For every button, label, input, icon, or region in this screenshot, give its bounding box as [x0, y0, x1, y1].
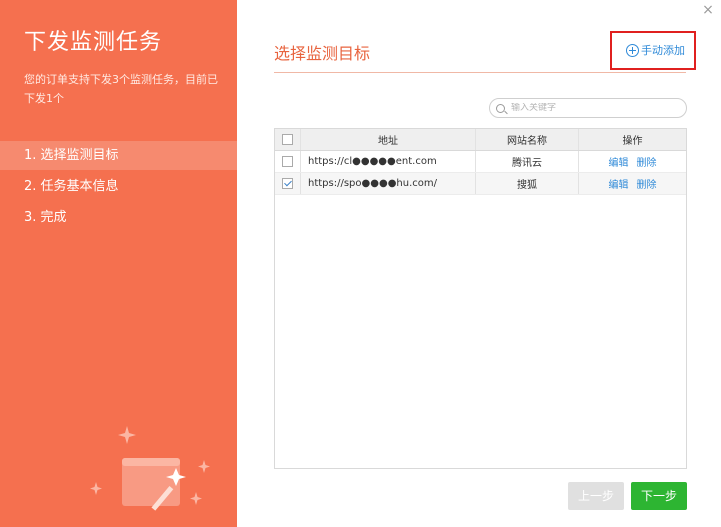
search-input[interactable]	[511, 103, 671, 113]
row-address: https://cl●●●●●ent.com	[301, 151, 476, 172]
sidebar-description: 您的订单支持下发3个监测任务，目前已下发1个	[24, 73, 218, 105]
search-box	[489, 98, 687, 118]
row-address: https://spo●●●●hu.com/	[301, 173, 476, 194]
title-divider	[274, 72, 686, 73]
next-step-button[interactable]: 下一步	[631, 482, 687, 510]
select-all-checkbox[interactable]	[282, 134, 293, 145]
header-address: 地址	[301, 129, 476, 150]
close-icon[interactable]: ×	[701, 3, 715, 17]
step-finish: 3. 完成	[24, 210, 67, 225]
step-select-target: 1. 选择监测目标	[0, 141, 237, 170]
row-site-name: 腾讯云	[476, 151, 579, 172]
sidebar: 下发监测任务 您的订单支持下发3个监测任务，目前已下发1个 1. 选择监测目标 …	[0, 0, 237, 527]
prev-step-button[interactable]: 上一步	[568, 482, 624, 510]
row-checkbox[interactable]	[282, 178, 293, 189]
delete-link[interactable]: 删除	[637, 154, 657, 169]
manual-add-button[interactable]: 手动添加	[626, 42, 685, 58]
step-list: 1. 选择监测目标 2. 任务基本信息 3. 完成	[0, 141, 237, 234]
header-actions: 操作	[622, 136, 643, 147]
step-basic-info: 2. 任务基本信息	[24, 179, 119, 194]
header-site-name: 网站名称	[476, 129, 579, 150]
edit-link[interactable]: 编辑	[609, 154, 629, 169]
delete-link[interactable]: 删除	[637, 176, 657, 191]
edit-link[interactable]: 编辑	[609, 176, 629, 191]
manual-add-label: 手动添加	[641, 44, 685, 57]
table-row: https://spo●●●●hu.com/ 搜狐 编辑 删除	[275, 173, 686, 195]
row-checkbox[interactable]	[282, 156, 293, 167]
table-header-row: 地址 网站名称 操作	[275, 129, 686, 151]
target-table: 地址 网站名称 操作 https://cl●●●●●ent.com 腾讯云 编辑…	[274, 128, 687, 469]
magic-wand-illustration-icon	[90, 426, 210, 511]
table-row: https://cl●●●●●ent.com 腾讯云 编辑 删除	[275, 151, 686, 173]
sidebar-title: 下发监测任务	[24, 30, 163, 55]
row-site-name: 搜狐	[476, 173, 579, 194]
plus-circle-icon	[626, 43, 639, 57]
page-title: 选择监测目标	[274, 44, 371, 63]
search-icon	[496, 103, 505, 113]
